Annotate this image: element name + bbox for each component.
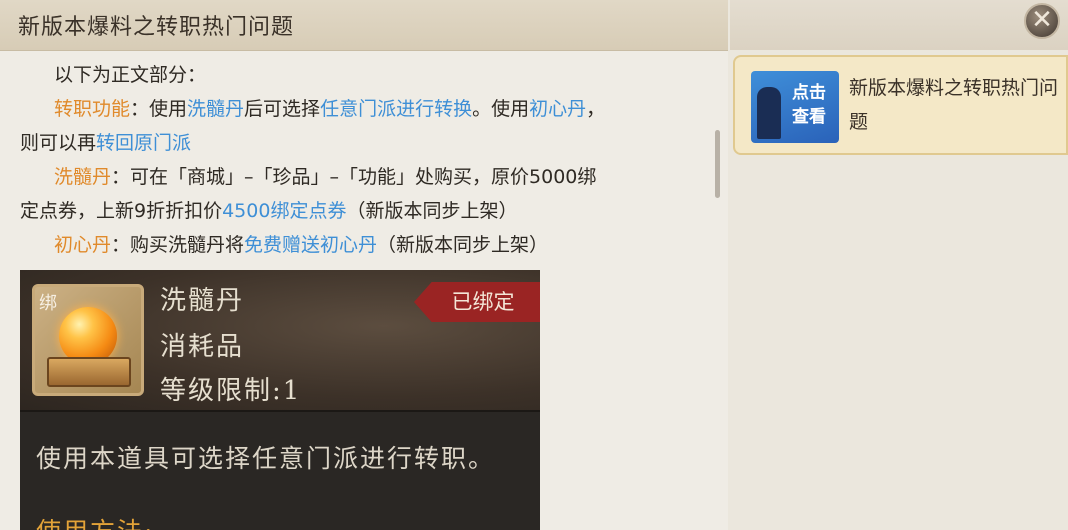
related-article-card[interactable]: 点击查看 新版本爆料之转职热门问题 [733,55,1068,155]
label-chuxindan: 初心丹 [54,234,112,256]
link-any-sect[interactable]: 任意门派进行转换 [320,98,472,120]
intro-paragraph: 以下为正文部分： [54,64,207,86]
related-thumbnail: 点击查看 [751,71,839,143]
character-figure-icon [757,87,781,139]
xisuidan-line: 洗髓丹：可在「商城」–「珍品」–「功能」处购买，原价5000绑 [20,160,700,194]
text-segment: 定点券，上新9折折扣价 [20,200,223,222]
text-segment: ：可在「商城」–「珍品」–「功能」处购买，原价5000绑 [111,166,597,188]
link-free-gift[interactable]: 免费赠送初心丹 [244,234,377,256]
text-segment: 。使用 [472,98,530,120]
link-return-sect[interactable]: 转回原门派 [96,132,191,154]
text-segment: ， [586,98,606,120]
bound-status-ribbon: 已绑定 [414,282,540,322]
label-xisuidan: 洗髓丹 [54,166,112,188]
item-usage-label: 使用方法: [36,512,154,530]
chuxindan-line: 初心丹：购买洗髓丹将免费赠送初心丹（新版本同步上架） [20,228,700,262]
bind-tag: 绑 [39,293,57,314]
close-button[interactable]: ✕ [1024,3,1060,39]
text-segment: ：购买洗髓丹将 [111,234,245,256]
text-segment: （新版本同步上架） [346,200,518,222]
item-level: 等级限制:1 [160,376,302,406]
item-icon: 绑 [32,284,144,396]
return-sect-line: 则可以再转回原门派 [20,126,700,160]
item-tooltip-image: 绑 洗髓丹 消耗品 等级限制:1 已绑定 使用本道具可选择任意门派进行转职。 使… [20,270,540,530]
item-type: 消耗品 [160,332,245,362]
text-segment: （新版本同步上架） [377,234,549,256]
scrollbar-thumb[interactable] [715,130,720,198]
item-description: 使用本道具可选择任意门派进行转职。 [36,444,496,473]
link-xisuidan[interactable]: 洗髓丹 [187,98,244,120]
item-name: 洗髓丹 [160,286,245,316]
article-header: 新版本爆料之转职热门问题 [0,0,728,51]
text-segment: 后可选择 [244,98,321,120]
divider [20,410,540,412]
stand-icon [47,357,131,387]
article-content: 以下为正文部分： 转职功能：使用洗髓丹后可选择任意门派进行转换。使用初心丹， 则… [20,58,700,262]
text-segment: 则可以再 [20,132,97,154]
link-chuxindan[interactable]: 初心丹 [529,98,586,120]
label-transfer-function: 转职功能 [54,98,131,120]
link-price[interactable]: 4500绑定点券 [222,200,346,222]
article-panel: 新版本爆料之转职热门问题 以下为正文部分： 转职功能：使用洗髓丹后可选择任意门派… [0,0,728,530]
price-line: 定点券，上新9折折扣价4500绑定点券（新版本同步上架） [20,194,700,228]
thumb-text: 点击查看 [792,83,826,127]
side-header: ✕ [730,0,1068,50]
related-article-title: 新版本爆料之转职热门问题 [849,77,1059,133]
page-title: 新版本爆料之转职热门问题 [18,15,295,40]
item-card-header: 绑 洗髓丹 消耗品 等级限制:1 已绑定 [20,270,540,410]
text-segment: ：使用 [130,98,188,120]
transfer-function-line: 转职功能：使用洗髓丹后可选择任意门派进行转换。使用初心丹， [20,92,700,126]
